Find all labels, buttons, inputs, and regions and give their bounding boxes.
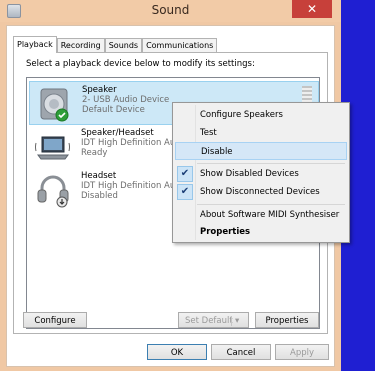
menu-item-configure-speakers[interactable]: Configure Speakers [175,106,347,124]
cancel-button[interactable]: Cancel [211,344,271,360]
configure-button[interactable]: Configure [23,312,87,328]
menu-item-disable[interactable]: Disable [175,142,347,160]
device-name: Speaker [82,85,117,95]
menu-item-about-midi-synth[interactable]: About Software MIDI Synthesiser [175,206,347,224]
set-default-label: Set Default [185,316,233,326]
apply-button: Apply [275,344,329,360]
ok-button[interactable]: OK [147,344,207,360]
tab-recording[interactable]: Recording [56,38,105,53]
menu-item-label: About Software MIDI Synthesiser [200,210,340,220]
tab-sounds[interactable]: Sounds [104,38,143,53]
menu-item-label: Configure Speakers [200,110,283,120]
speaker-icon [40,88,69,122]
device-name: Speaker/Headset [81,128,154,138]
tab-strip: Playback Recording Sounds Communications [13,36,218,53]
device-description: IDT High Definition Au [81,138,176,148]
title-bar[interactable]: Sound ✕ [0,0,341,22]
menu-item-test[interactable]: Test [175,124,347,142]
instruction-text: Select a playback device below to modify… [26,59,255,69]
close-button[interactable]: ✕ [292,0,332,18]
device-status: Disabled [81,191,118,201]
menu-item-show-disabled-devices[interactable]: ✔ Show Disabled Devices [175,165,347,183]
menu-separator [197,204,345,205]
properties-button[interactable]: Properties [255,312,319,328]
menu-item-properties[interactable]: Properties [175,223,347,241]
device-status: Ready [81,148,108,158]
device-description: 2- USB Audio Device [82,95,170,105]
menu-item-show-disconnected-devices[interactable]: ✔ Show Disconnected Devices [175,183,347,201]
context-menu: Configure Speakers Test Disable ✔ Show D… [172,102,350,243]
menu-item-label: Properties [200,227,251,237]
menu-separator [197,163,345,164]
laptop-speaker-icon [35,136,70,160]
tab-communications[interactable]: Communications [142,38,218,53]
device-name: Headset [81,171,117,181]
menu-item-label: Show Disabled Devices [200,169,299,179]
menu-item-label: Show Disconnected Devices [200,187,320,197]
chevron-down-icon: ▾ [235,316,240,326]
device-description: IDT High Definition Au [81,181,176,191]
set-default-button: Set Default ▾ [178,312,249,328]
menu-item-label: Disable [201,147,233,157]
menu-item-label: Test [200,128,217,138]
checkmark-icon: ✔ [177,184,193,200]
window-title: Sound [151,3,190,17]
split-separator [231,316,232,326]
device-status: Default Device [82,105,145,115]
checkmark-icon: ✔ [177,166,193,182]
headset-icon [37,175,69,208]
tab-playback[interactable]: Playback [13,36,57,53]
